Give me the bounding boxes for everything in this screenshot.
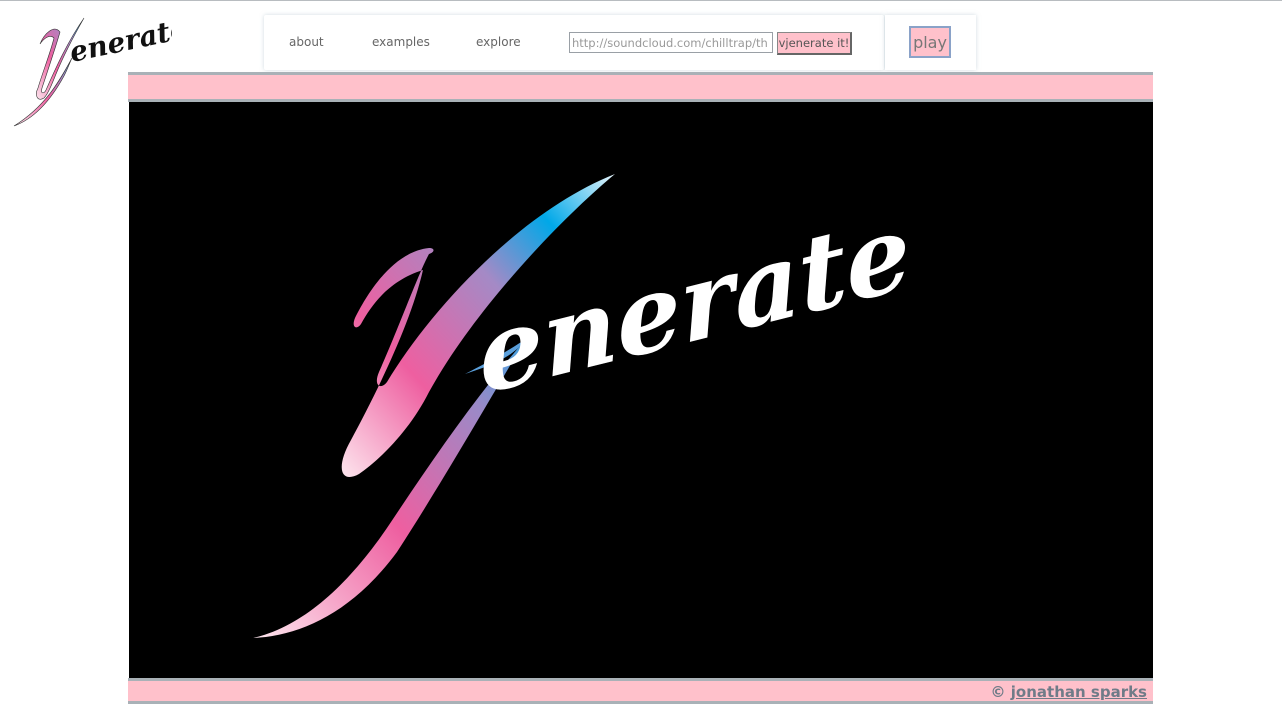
soundcloud-url-input[interactable]: [569, 32, 773, 53]
nav-bar: about examples explore vjenerate it!: [264, 15, 884, 70]
player-box: play: [885, 15, 976, 70]
top-pink-bar: [128, 72, 1153, 102]
nav-link-about[interactable]: about: [289, 35, 324, 49]
nav-link-explore[interactable]: explore: [476, 35, 521, 49]
copyright-symbol: ©: [990, 683, 1006, 701]
top-border: [0, 0, 1282, 1]
play-button[interactable]: play: [909, 26, 951, 58]
footer-credit: © jonathan sparks: [991, 683, 1147, 701]
author-link[interactable]: jonathan sparks: [1011, 683, 1147, 701]
footer-bar: © jonathan sparks: [128, 678, 1153, 704]
nav-link-examples[interactable]: examples: [372, 35, 430, 49]
vjenerate-logo-large: enerate: [253, 174, 916, 638]
vjenerate-button[interactable]: vjenerate it!: [777, 32, 852, 55]
visualizer-stage[interactable]: enerate: [129, 102, 1153, 678]
